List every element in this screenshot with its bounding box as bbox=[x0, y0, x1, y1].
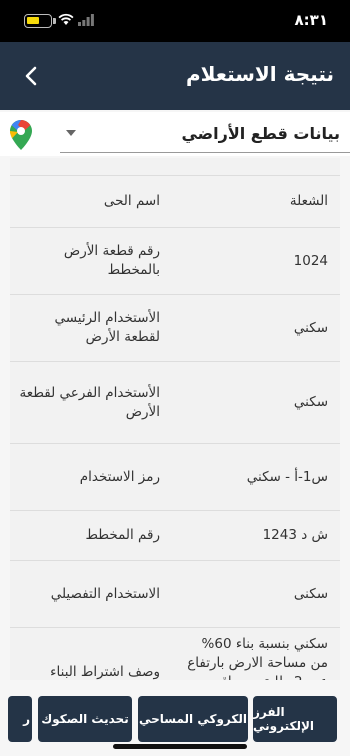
back-chevron-icon[interactable] bbox=[20, 64, 44, 88]
status-bar: ٨:٣١ bbox=[0, 0, 350, 42]
field-value: الشعلة bbox=[289, 193, 328, 209]
home-indicator[interactable] bbox=[113, 744, 247, 749]
field-label: الاستخدام التفصيلي bbox=[50, 585, 160, 602]
dropdown-underline bbox=[60, 152, 350, 153]
field-value: سكني بنسبة بناء 60% من مساحة الارض بارتف… bbox=[187, 635, 328, 681]
field-value: سكني bbox=[293, 394, 328, 410]
page-title: نتيجة الاستعلام bbox=[185, 62, 334, 86]
field-value: سكنى bbox=[293, 585, 328, 602]
divider bbox=[10, 158, 340, 176]
field-label: اسم الحى bbox=[103, 193, 160, 209]
clock: ٨:٣١ bbox=[294, 11, 328, 29]
table-row: رمز الاستخدام س1-أ - سكني bbox=[10, 444, 340, 511]
field-label: رقم المخطط bbox=[85, 527, 160, 543]
field-value: س1-أ - سكني bbox=[246, 468, 328, 485]
survey-sketch-button[interactable]: الكروكي المساحي bbox=[138, 696, 248, 742]
field-label: الأستخدام الرئيسي لقطعة الأرض bbox=[54, 310, 160, 345]
electronic-sort-button[interactable]: الفرز الإلكتروني bbox=[253, 696, 337, 742]
table-row: الأستخدام الرئيسي لقطعة الأرض سكني bbox=[10, 295, 340, 362]
action-buttons-bar[interactable]: الفرز الإلكتروني الكروكي المساحي تحديث ا… bbox=[0, 696, 350, 744]
table-row: الأستخدام الفرعي لقطعة الأرض سكني bbox=[10, 362, 340, 444]
table-row: الاستخدام التفصيلي سكنى bbox=[10, 561, 340, 628]
field-label: الأستخدام الفرعي لقطعة الأرض bbox=[19, 384, 160, 420]
google-maps-icon[interactable] bbox=[10, 120, 32, 150]
table-row: اسم الحى الشعلة bbox=[10, 176, 340, 228]
field-label: رمز الاستخدام bbox=[79, 468, 160, 485]
field-value: ش د 1243 bbox=[262, 527, 328, 543]
partial-action-button[interactable]: ر bbox=[8, 696, 32, 742]
cellular-signal-icon bbox=[78, 14, 94, 26]
battery-icon bbox=[24, 14, 56, 28]
results-table[interactable]: اسم الحى الشعلة رقم قطعة الأرض بالمخطط 1… bbox=[10, 158, 340, 680]
table-row: رقم قطعة الأرض بالمخطط 1024 bbox=[10, 228, 340, 295]
dropdown-selected-value[interactable]: بيانات قطع الأراضي bbox=[181, 124, 340, 143]
data-type-dropdown[interactable]: بيانات قطع الأراضي bbox=[0, 112, 350, 156]
wifi-icon bbox=[58, 13, 74, 25]
field-label: وصف اشتراط البناء bbox=[50, 664, 160, 680]
table-row: وصف اشتراط البناء سكني بنسبة بناء 60% من… bbox=[10, 628, 340, 681]
field-value: 1024 bbox=[293, 252, 328, 269]
field-label: رقم قطعة الأرض بالمخطط bbox=[63, 243, 160, 278]
field-value: سكني bbox=[293, 319, 328, 336]
update-deeds-button[interactable]: تحديث الصكوك bbox=[38, 696, 132, 742]
table-row: رقم المخطط ش د 1243 bbox=[10, 511, 340, 561]
chevron-down-icon[interactable] bbox=[66, 130, 76, 136]
app-header: نتيجة الاستعلام bbox=[0, 42, 350, 110]
